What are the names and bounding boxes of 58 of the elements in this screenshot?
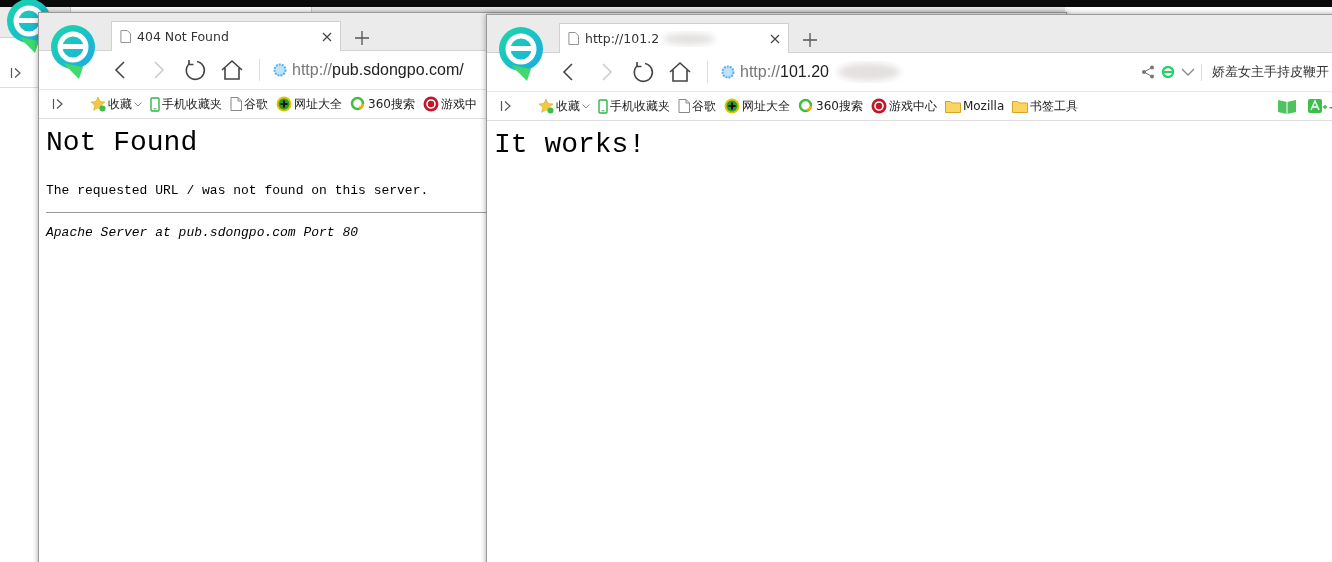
page-heading: Not Found [46, 127, 198, 159]
browser-tab[interactable]: 404 Not Found [111, 21, 341, 51]
globe-icon [273, 63, 287, 77]
reload-icon[interactable] [631, 60, 655, 84]
bookmark-item[interactable]: 360搜索 [798, 97, 863, 115]
close-icon[interactable] [322, 31, 332, 42]
phone-icon [598, 98, 608, 114]
bookmark-item[interactable]: 手机收藏夹 [150, 95, 222, 113]
bookmark-item[interactable]: 手机收藏夹 [598, 97, 670, 115]
bookmark-item[interactable]: Mozilla [944, 99, 1005, 113]
server-signature: Apache Server at pub.sdongpo.com Port 80 [46, 225, 360, 240]
folder-icon [944, 99, 961, 113]
share-icon[interactable] [1141, 65, 1155, 79]
page-icon [120, 30, 131, 43]
address-field[interactable]: http://pub.sdongpo.com/ [292, 61, 464, 79]
bookmark-item[interactable]: 收藏 [90, 95, 142, 113]
page-icon [678, 99, 690, 113]
star-icon [538, 98, 554, 114]
phone-icon [150, 96, 160, 112]
page-icon [230, 97, 242, 111]
sidebar-toggle-icon[interactable] [10, 67, 22, 79]
bookmark-item[interactable]: 网址大全 [724, 97, 790, 115]
bookmark-item[interactable]: 谷歌 [678, 97, 716, 115]
bookmark-item[interactable]: 收藏 [538, 97, 590, 115]
page-heading: It works! [494, 129, 646, 161]
home-icon[interactable] [668, 60, 692, 84]
folder-icon [1012, 99, 1029, 113]
ring-icon [798, 98, 814, 114]
caret-icon [582, 103, 590, 109]
game-badge-icon [422, 96, 439, 112]
sidebar-toggle-icon[interactable] [52, 98, 64, 110]
new-tab-icon[interactable] [803, 33, 817, 47]
star-icon [90, 96, 106, 112]
sidebar-toggle-icon[interactable] [500, 100, 512, 112]
browser-logo-icon [497, 25, 545, 81]
reload-icon[interactable] [183, 58, 207, 82]
chevron-down-icon[interactable] [1181, 67, 1195, 77]
bookmark-item[interactable]: 游戏中心 [870, 97, 937, 115]
caret-icon [134, 101, 142, 107]
plus-circle-icon [724, 98, 740, 114]
bookmark-item[interactable]: 网址大全 [276, 95, 342, 113]
bookmark-item[interactable]: 书签工具 [1012, 97, 1079, 115]
news-headline[interactable]: 娇羞女主手持皮鞭开 [1201, 63, 1329, 81]
ring-icon [350, 96, 366, 112]
browser-tab[interactable]: http://101.2 [559, 23, 789, 53]
globe-icon [721, 65, 735, 79]
page-icon [568, 32, 579, 45]
bookmark-item[interactable]: 谷歌 [230, 95, 268, 113]
bookmark-item[interactable]: 360搜索 [350, 95, 415, 113]
new-tab-icon[interactable] [355, 31, 369, 45]
address-field[interactable]: http://101.20 [740, 63, 829, 81]
game-badge-icon [870, 98, 887, 114]
plus-circle-icon [276, 96, 292, 112]
home-icon[interactable] [220, 58, 244, 82]
bookmark-item[interactable]: 游戏中 [422, 95, 477, 113]
close-icon[interactable] [770, 33, 780, 44]
browser-logo-icon [49, 23, 97, 79]
page-message: The requested URL / was not found on this server. [46, 183, 430, 198]
